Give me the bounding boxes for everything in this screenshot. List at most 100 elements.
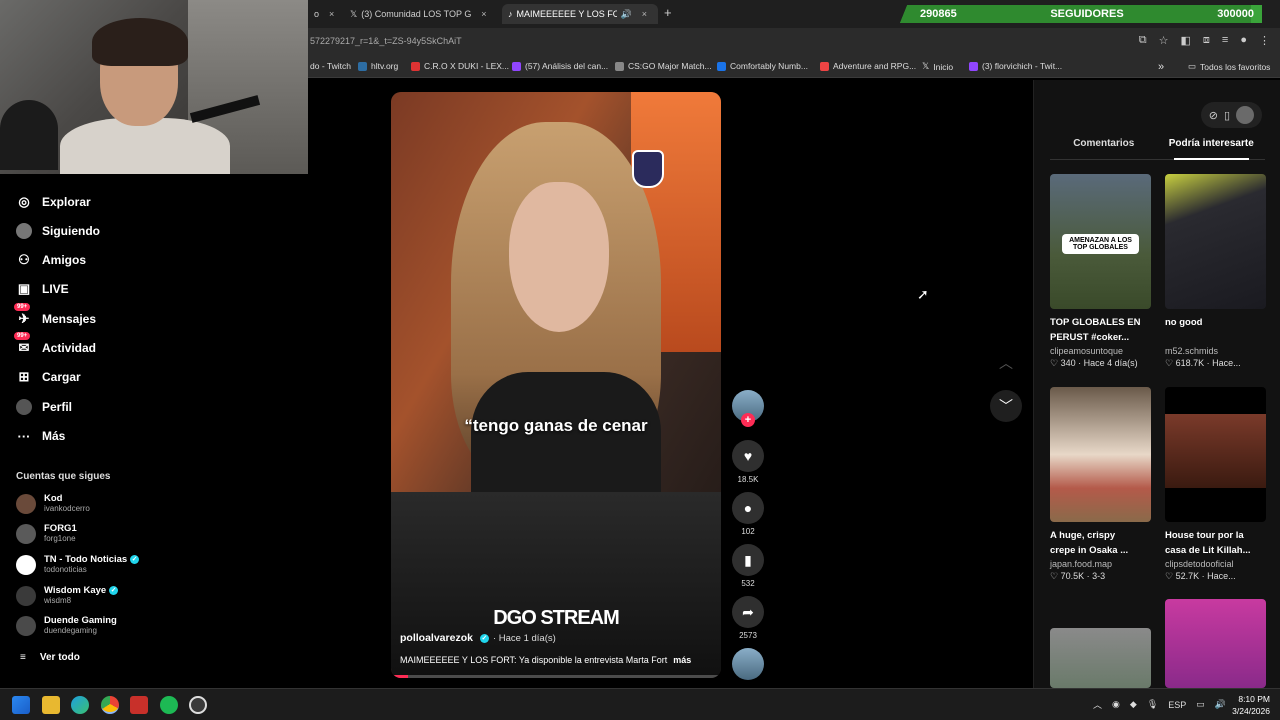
share-button[interactable]: ➦ 2573 xyxy=(732,596,764,640)
bookmark[interactable]: 𝕏 Inicio xyxy=(922,61,953,72)
video-author[interactable]: polloalvarezok ✓ · Hace 1 día(s) xyxy=(400,632,556,644)
bookmark[interactable]: (57) Análisis del can... xyxy=(512,61,608,71)
steam-icon[interactable]: ◉ xyxy=(1112,699,1120,710)
audio-icon[interactable]: 🔊 xyxy=(621,9,632,20)
recommended-video[interactable]: House tour por la casa de Lit Killah... ⋮… xyxy=(1165,387,1266,582)
edge-icon[interactable] xyxy=(71,696,89,714)
followed-account[interactable]: Duende Gaming duendegaming xyxy=(16,615,117,636)
network-icon[interactable]: ▭ xyxy=(1196,699,1205,710)
like-button[interactable]: ♥ 18.5K xyxy=(732,440,764,484)
bookmark[interactable]: hltv.org xyxy=(358,61,398,71)
url-field[interactable]: 572279217_r=1&_t=ZS-94y5SkChAiT xyxy=(310,36,462,46)
more-options-icon[interactable]: ⋮ xyxy=(1148,315,1152,330)
video-thumbnail[interactable] xyxy=(1165,599,1266,688)
bookmark-label: Inicio xyxy=(933,61,954,72)
tab-comments[interactable]: Comentarios xyxy=(1050,138,1158,159)
extension-icon[interactable]: ◧ xyxy=(1181,34,1191,47)
nav-profile[interactable]: Perfil xyxy=(16,399,72,415)
nav-explore[interactable]: ◎ Explorar xyxy=(16,194,90,210)
bookmark[interactable]: do - Twitch xyxy=(310,61,351,71)
card-user[interactable]: m52.schmids xyxy=(1165,346,1266,356)
more-options-icon[interactable]: ⋮ xyxy=(1148,528,1152,543)
phone-icon[interactable]: ▯ xyxy=(1224,109,1230,122)
previous-video-button[interactable]: ︿ xyxy=(990,347,1022,379)
tab-close-icon[interactable]: × xyxy=(642,9,647,19)
nav-label: Cargar xyxy=(42,370,81,384)
youtube-icon xyxy=(411,61,420,71)
media-icon[interactable]: ≡ xyxy=(1222,34,1228,47)
shield-icon[interactable]: ◆ xyxy=(1130,699,1137,710)
browser-tab[interactable]: 𝕏(3) Comunidad LOS TOP GLOBALE × xyxy=(344,4,498,24)
recommended-video[interactable]: no good ⋮ m52.schmids ♡ 618.7K · Hace... xyxy=(1165,174,1266,369)
music-disc[interactable] xyxy=(732,648,764,680)
bookmark[interactable]: (3) florvichich - Twit... xyxy=(969,61,1062,71)
next-video-button[interactable]: ﹀ xyxy=(990,390,1022,422)
bookmarks-overflow-button[interactable]: » xyxy=(1158,61,1164,73)
followed-account[interactable]: FORG1 forg1one xyxy=(16,523,77,544)
menu-icon[interactable]: ⋮ xyxy=(1259,34,1270,47)
card-user[interactable]: japan.food.map xyxy=(1050,559,1151,569)
microphone-icon[interactable]: 🎙 xyxy=(1147,699,1158,710)
browser-tab-active[interactable]: ♪MAIMEEEEEE Y LOS FORT 🔊 × xyxy=(502,4,658,24)
nav-following[interactable]: Siguiendo xyxy=(16,223,100,239)
see-all-button[interactable]: ≡ Ver todo xyxy=(20,652,80,663)
all-bookmarks[interactable]: ▭ Todos los favoritos xyxy=(1188,61,1270,72)
card-user[interactable]: clipeamosuntoque xyxy=(1050,346,1151,356)
more-options-icon[interactable]: ⋮ xyxy=(1263,528,1267,543)
obs-icon[interactable] xyxy=(189,696,207,714)
video-thumbnail[interactable]: AMENAZAN A LOS TOP GLOBALES xyxy=(1050,174,1151,309)
bookmark[interactable]: Comfortably Numb... xyxy=(717,61,808,71)
avatar[interactable] xyxy=(1236,106,1254,124)
bookmark[interactable]: C.R.O X DUKI - LEX... xyxy=(411,61,509,71)
puzzle-icon[interactable]: ⧈ xyxy=(1203,34,1210,47)
card-user[interactable]: clipsdetodooficial xyxy=(1165,559,1266,569)
bookmark[interactable]: CS:GO Major Match... xyxy=(615,61,712,71)
followed-account[interactable]: Kod ivankodcerro xyxy=(16,493,90,514)
video-player[interactable]: “tengo ganas de cenar DGO STREAM polloal… xyxy=(391,92,721,678)
bookmark-star-icon[interactable]: ☆ xyxy=(1159,34,1169,47)
system-clock[interactable]: 8:10 PM 3/24/2026 xyxy=(1232,693,1270,717)
windows-start-icon[interactable] xyxy=(12,696,30,714)
video-thumbnail[interactable] xyxy=(1165,387,1266,522)
followed-account[interactable]: TN - Todo Noticias ✓ todonoticias xyxy=(16,554,140,575)
profile-icon[interactable]: ● xyxy=(1240,34,1247,47)
followed-account[interactable]: Wisdom Kaye ✓ wisdm8 xyxy=(16,585,119,606)
stream-app-icon[interactable] xyxy=(130,696,148,714)
recommended-video[interactable] xyxy=(1165,599,1266,688)
creator-avatar[interactable]: + xyxy=(732,390,764,427)
nav-activity[interactable]: ✉ 99+ Actividad xyxy=(14,332,96,356)
nav-messages[interactable]: ✈ 99+ Mensajes xyxy=(14,303,96,327)
file-explorer-icon[interactable] xyxy=(42,696,60,714)
comment-count: 102 xyxy=(741,527,755,536)
more-options-icon[interactable]: ⋮ xyxy=(1263,315,1267,330)
recommended-video[interactable] xyxy=(1050,628,1151,688)
nav-live[interactable]: ▣ LIVE xyxy=(16,281,69,297)
more-link[interactable]: más xyxy=(673,655,691,665)
compass-icon[interactable]: ⊘ xyxy=(1209,109,1218,122)
recommended-video[interactable]: A huge, crispy crepe in Osaka ... ⋮ japan… xyxy=(1050,387,1151,582)
install-app-icon[interactable]: ⧉ xyxy=(1139,34,1147,47)
all-bookmarks-label: Todos los favoritos xyxy=(1200,61,1271,72)
video-thumbnail[interactable] xyxy=(1165,174,1266,309)
nav-friends[interactable]: ⚇ Amigos xyxy=(16,252,86,268)
save-button[interactable]: ▮ 532 xyxy=(732,544,764,588)
browser-tab[interactable]: o × xyxy=(308,4,338,24)
chrome-icon[interactable] xyxy=(101,696,119,714)
spotify-icon[interactable] xyxy=(160,696,178,714)
comment-button[interactable]: ● 102 xyxy=(732,492,764,536)
video-thumbnail[interactable] xyxy=(1050,628,1151,688)
recommended-video[interactable]: AMENAZAN A LOS TOP GLOBALES TOP GLOBALES… xyxy=(1050,174,1151,369)
tab-you-may-like[interactable]: Podría interesarte xyxy=(1158,138,1266,160)
volume-icon[interactable]: 🔊 xyxy=(1215,699,1226,710)
video-thumbnail[interactable] xyxy=(1050,387,1151,522)
language-indicator[interactable]: ESP xyxy=(1168,700,1186,710)
nav-upload[interactable]: ⊞ Cargar xyxy=(16,369,81,385)
nav-more[interactable]: ··· Más xyxy=(16,428,66,444)
video-progress-bar[interactable] xyxy=(391,675,721,678)
tab-close-icon[interactable]: × xyxy=(329,9,334,19)
chevron-up-icon[interactable]: ︿ xyxy=(1093,698,1102,711)
new-tab-button[interactable]: + xyxy=(664,5,672,20)
follow-plus-icon[interactable]: + xyxy=(741,413,755,427)
bookmark[interactable]: Adventure and RPG... xyxy=(820,61,916,71)
tab-close-icon[interactable]: × xyxy=(481,9,486,19)
